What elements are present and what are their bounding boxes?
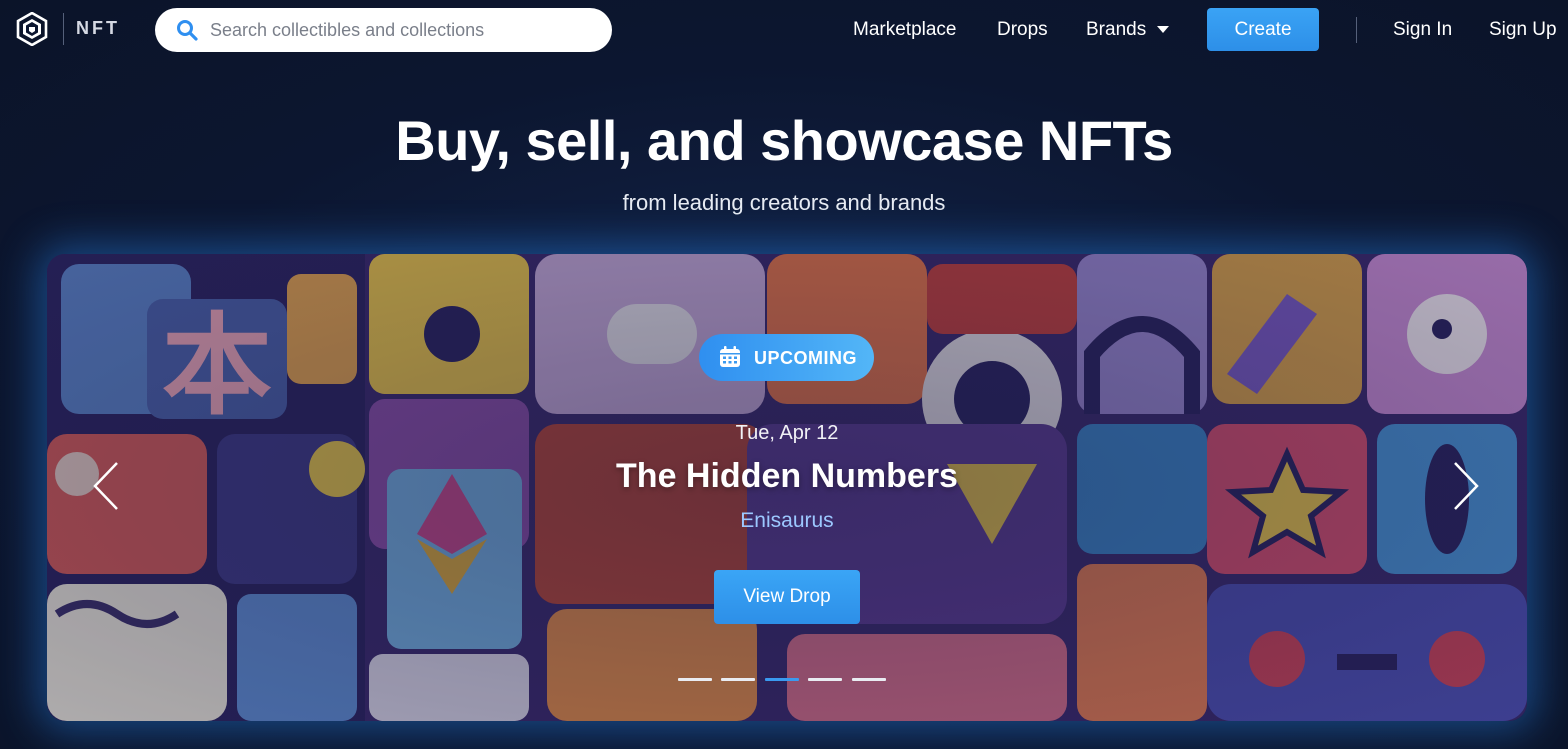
- carousel-dot[interactable]: [721, 678, 755, 681]
- calendar-icon: [720, 346, 740, 367]
- sign-in-link[interactable]: Sign In: [1393, 19, 1452, 41]
- hero-subtitle: from leading creators and brands: [622, 190, 946, 215]
- search-bar[interactable]: [155, 8, 612, 52]
- search-input[interactable]: [210, 8, 600, 52]
- carousel-dot[interactable]: [808, 678, 842, 681]
- carousel-dot[interactable]: [852, 678, 886, 681]
- badge-label: UPCOMING: [754, 348, 857, 368]
- featured-drop-carousel[interactable]: 本: [47, 254, 1527, 721]
- drop-creator[interactable]: Enisaurus: [47, 509, 1527, 533]
- logo-divider: [63, 13, 64, 45]
- drop-title: The Hidden Numbers: [616, 457, 958, 495]
- upcoming-badge: UPCOMING: [699, 334, 874, 381]
- nav-divider: [1356, 17, 1357, 43]
- logo-text[interactable]: NFT: [76, 18, 120, 39]
- carousel-indicators: [678, 678, 888, 682]
- search-icon: [177, 20, 198, 41]
- nav-marketplace[interactable]: Marketplace: [853, 19, 957, 41]
- sign-up-link[interactable]: Sign Up: [1489, 19, 1557, 41]
- carousel-dot[interactable]: [678, 678, 712, 681]
- create-button[interactable]: Create: [1207, 8, 1319, 51]
- nav-brands[interactable]: Brands: [1086, 19, 1146, 41]
- hero-title: Buy, sell, and showcase NFTs: [395, 109, 1173, 172]
- drop-date: Tue, Apr 12: [735, 422, 839, 444]
- page: NFT Marketplace Drops Brands Create Sign…: [0, 0, 1568, 749]
- chevron-left-icon[interactable]: [91, 460, 121, 512]
- chevron-down-icon[interactable]: [1157, 26, 1169, 33]
- nav-drops[interactable]: Drops: [997, 19, 1048, 41]
- view-drop-button[interactable]: View Drop: [714, 570, 860, 624]
- chevron-right-icon[interactable]: [1451, 460, 1481, 512]
- top-nav: NFT Marketplace Drops Brands Create Sign…: [0, 0, 1568, 60]
- carousel-dot[interactable]: [765, 678, 799, 681]
- crypto-logo-icon[interactable]: [16, 12, 48, 46]
